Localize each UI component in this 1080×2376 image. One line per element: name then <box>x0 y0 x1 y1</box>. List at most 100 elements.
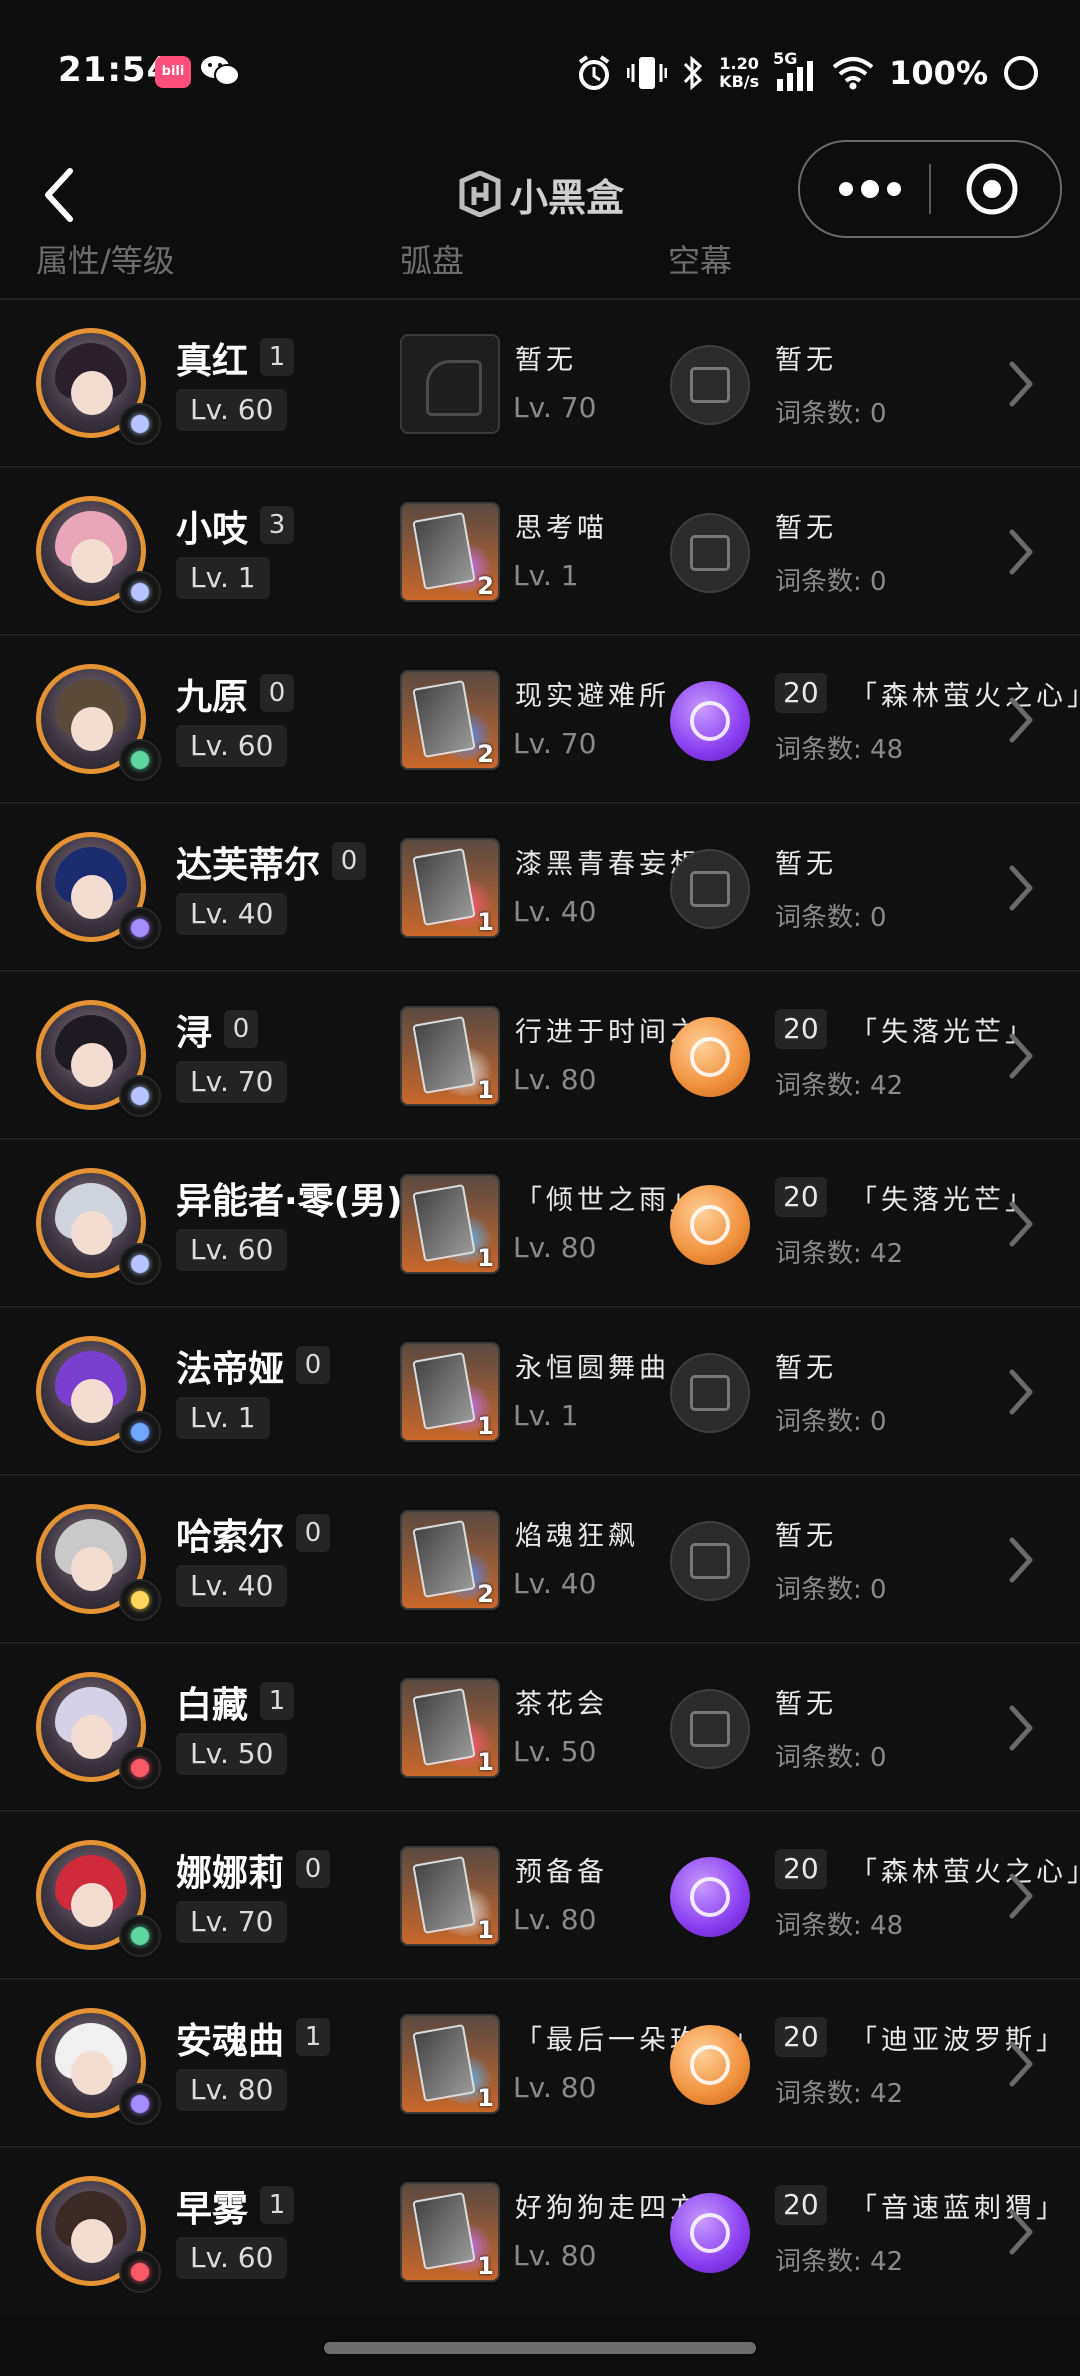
character-rank-badge: 1 <box>260 338 294 376</box>
drive-disc-empty-icon <box>670 1521 750 1601</box>
chevron-right-icon[interactable] <box>1006 528 1036 576</box>
character-rank-badge: 0 <box>260 674 294 712</box>
character-level: Lv. 60 <box>176 389 288 431</box>
drive-disc-set-name: 暂无 <box>775 1689 837 1720</box>
wengine-icon: 2 <box>400 1510 500 1610</box>
chevron-right-icon[interactable] <box>1006 1704 1036 1752</box>
character-rank-badge: 0 <box>224 1010 258 1048</box>
drive-disc-set-name: 暂无 <box>775 1353 837 1384</box>
drive-disc-empty-icon <box>670 1689 750 1769</box>
avatar-face <box>71 1211 113 1255</box>
column-header-wengine: 弧盘 <box>400 242 465 274</box>
wengine-name: 茶花会 <box>515 1689 608 1720</box>
character-avatar <box>36 496 161 613</box>
character-row[interactable]: 安魂曲 1 Lv. 80 1 「最后一朵玫瑰」 Lv. 80 20 「迪亚波罗斯… <box>0 1978 1080 2148</box>
wengine-name: 预备备 <box>515 1857 608 1888</box>
drive-disc-count: 20 <box>775 673 827 713</box>
wengine-refine-level: 1 <box>477 1916 494 1944</box>
wengine-icon: 1 <box>400 1342 500 1442</box>
drive-disc-count: 20 <box>775 1849 827 1889</box>
character-name: 达芙蒂尔 <box>176 845 321 886</box>
chevron-right-icon[interactable] <box>1006 360 1036 408</box>
character-row[interactable]: 真红 1 Lv. 60 暂无 Lv. 70 暂无 词条数: 0 <box>0 298 1080 468</box>
character-level: Lv. 60 <box>176 725 288 767</box>
avatar-face <box>71 875 113 919</box>
character-row[interactable]: 浔 0 Lv. 70 1 行进于时间之外 Lv. 80 20 「失落光芒」 词条… <box>0 970 1080 1140</box>
wengine-refine-level: 1 <box>477 908 494 936</box>
drive-disc-set-icon <box>670 1017 750 1097</box>
wengine-refine-level: 2 <box>477 572 494 600</box>
character-avatar <box>36 1840 161 1957</box>
chevron-right-icon[interactable] <box>1006 1368 1036 1416</box>
drive-disc-set-icon <box>670 681 750 761</box>
nav-title-text: 小黑盒 <box>510 175 625 220</box>
status-icons: 1.20 KB/s 5G 100% <box>575 48 1040 98</box>
close-miniprogram-icon[interactable] <box>965 162 1019 216</box>
chevron-right-icon[interactable] <box>1006 2040 1036 2088</box>
character-level: Lv. 60 <box>176 2237 288 2279</box>
character-row[interactable]: 法帝娅 0 Lv. 1 1 永恒圆舞曲 Lv. 1 暂无 词条数: 0 <box>0 1306 1080 1476</box>
character-avatar <box>36 832 161 949</box>
element-attribute-icon <box>119 1915 161 1957</box>
character-row[interactable]: 小吱 3 Lv. 1 2 思考喵 Lv. 1 暂无 词条数: 0 <box>0 466 1080 636</box>
home-indicator[interactable] <box>324 2342 756 2354</box>
character-row[interactable]: 九原 0 Lv. 60 2 现实避难所 Lv. 70 20 「森林萤火之心」 词… <box>0 634 1080 804</box>
drive-disc-count: 20 <box>775 1177 827 1217</box>
character-row[interactable]: 白藏 1 Lv. 50 1 茶花会 Lv. 50 暂无 词条数: 0 <box>0 1642 1080 1812</box>
avatar-face <box>71 1883 113 1927</box>
avatar-face <box>71 1043 113 1087</box>
character-level: Lv. 40 <box>176 1565 288 1607</box>
character-name: 九原 <box>176 677 249 718</box>
wengine-icon: 1 <box>400 2014 500 2114</box>
wengine-level: Lv. 80 <box>513 2071 597 2104</box>
wengine-icon: 1 <box>400 2182 500 2282</box>
speed-unit: KB/s <box>719 72 760 91</box>
chevron-right-icon[interactable] <box>1006 864 1036 912</box>
element-attribute-icon <box>119 1243 161 1285</box>
element-attribute-icon <box>119 1579 161 1621</box>
character-level: Lv. 80 <box>176 2069 288 2111</box>
xiaoheihe-logo-icon <box>459 171 501 217</box>
wengine-refine-level: 2 <box>477 1580 494 1608</box>
character-avatar <box>36 2176 161 2293</box>
chevron-right-icon[interactable] <box>1006 1200 1036 1248</box>
character-avatar <box>36 1672 161 1789</box>
drive-disc-count: 20 <box>775 2017 827 2057</box>
back-arrow-icon[interactable] <box>40 165 80 225</box>
avatar-face <box>71 2219 113 2263</box>
character-row[interactable]: 娜娜莉 0 Lv. 70 1 预备备 Lv. 80 20 「森林萤火之心」 词条… <box>0 1810 1080 1980</box>
more-dots-icon[interactable] <box>830 164 910 214</box>
wengine-level: Lv. 80 <box>513 1063 597 1096</box>
alarm-icon <box>579 55 610 90</box>
drive-disc-substat-count: 词条数: 0 <box>775 1407 887 1437</box>
drive-disc-empty-icon <box>670 513 750 593</box>
drive-disc-substat-count: 词条数: 0 <box>775 399 887 429</box>
character-name: 安魂曲 <box>176 2021 285 2062</box>
wengine-refine-level: 1 <box>477 2252 494 2280</box>
drive-disc-set-name: 暂无 <box>775 1521 837 1552</box>
wengine-name: 暂无 <box>515 345 577 376</box>
character-row[interactable]: 达芙蒂尔 0 Lv. 40 1 漆黑青春妄想 Lv. 40 暂无 词条数: 0 <box>0 802 1080 972</box>
battery-ring-icon <box>1004 56 1038 90</box>
bilibili-notification-icon: bili <box>155 56 191 88</box>
character-rank-badge: 0 <box>296 1346 330 1384</box>
chevron-right-icon[interactable] <box>1006 1032 1036 1080</box>
chevron-right-icon[interactable] <box>1006 696 1036 744</box>
avatar-face <box>71 1547 113 1591</box>
wengine-refine-level: 1 <box>477 1076 494 1104</box>
wengine-level: Lv. 70 <box>513 391 597 424</box>
chevron-right-icon[interactable] <box>1006 1536 1036 1584</box>
character-level: Lv. 50 <box>176 1733 288 1775</box>
character-row[interactable]: 异能者·零(男) Lv. 60 1 「倾世之雨」 Lv. 80 20 「失落光芒… <box>0 1138 1080 1308</box>
drive-disc-substat-count: 词条数: 48 <box>775 735 904 765</box>
chevron-right-icon[interactable] <box>1006 2208 1036 2256</box>
character-row[interactable]: 早雾 1 Lv. 60 1 好狗狗走四方 Lv. 80 20 「音速蓝刺猬」 词… <box>0 2146 1080 2316</box>
capsule-divider <box>929 164 931 214</box>
drive-disc-empty-icon <box>670 849 750 929</box>
character-name: 异能者·零(男) <box>176 1181 403 1222</box>
character-row[interactable]: 哈索尔 0 Lv. 40 2 焰魂狂飙 Lv. 40 暂无 词条数: 0 <box>0 1474 1080 1644</box>
column-header-attr: 属性/等级 <box>36 242 175 274</box>
chevron-right-icon[interactable] <box>1006 1872 1036 1920</box>
character-avatar <box>36 1168 161 1285</box>
wengine-icon: 1 <box>400 838 500 938</box>
